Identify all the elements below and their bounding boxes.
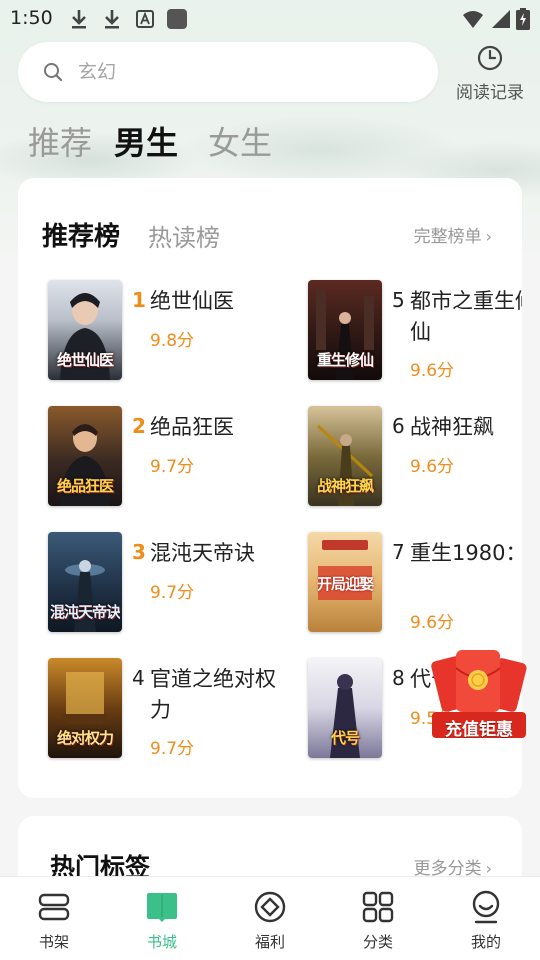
book-cover: 绝对权力 xyxy=(48,658,122,758)
promo-label: 充值钜惠 xyxy=(445,720,513,740)
reading-history-button[interactable]: 阅读记录 xyxy=(450,44,530,103)
book-rank: 5 xyxy=(392,288,405,312)
nav-label: 福利 xyxy=(254,933,285,951)
book-score: 9.8分 xyxy=(150,331,195,351)
tab-female[interactable]: 女生 xyxy=(208,118,272,164)
download-icon xyxy=(72,10,86,29)
cover-title: 开局迎娶 xyxy=(316,575,374,593)
bookshelf-icon xyxy=(38,893,70,921)
cover-title: 绝品狂医 xyxy=(56,477,114,495)
book-title: 绝世仙医 xyxy=(150,289,234,313)
tab-hot-read-rank[interactable]: 热读榜 xyxy=(148,218,220,253)
welfare-icon xyxy=(254,891,286,923)
bottom-navigation: 书架 书城 福利 分类 我的 xyxy=(0,876,540,960)
book-score: 9.7分 xyxy=(150,739,195,759)
app-notification-icon xyxy=(167,9,187,29)
tab-recommend-rank[interactable]: 推荐榜 xyxy=(42,216,120,253)
book-cover: 重生修仙 xyxy=(308,280,382,380)
book-item-6[interactable]: 战神狂飙 6 战神狂飙 9.6分 xyxy=(308,406,522,516)
full-ranking-link[interactable]: 完整榜单 › xyxy=(414,222,492,247)
search-input[interactable] xyxy=(78,56,418,88)
battery-charging-icon xyxy=(516,8,530,30)
signal-icon xyxy=(492,10,510,28)
nav-label: 书架 xyxy=(38,933,69,951)
book-score: 9.6分 xyxy=(410,361,455,381)
book-rank: 4 xyxy=(132,666,145,690)
book-score: 9.7分 xyxy=(150,457,195,477)
book-item-4[interactable]: 绝对权力 4 官道之绝对权力 9.7分 xyxy=(48,658,298,768)
bookstore-icon xyxy=(147,893,177,922)
status-bar: 1:50 xyxy=(0,0,540,36)
search-bar[interactable] xyxy=(18,42,438,102)
cover-title: 混沌天帝诀 xyxy=(50,603,120,621)
nav-bookshelf[interactable]: 书架 xyxy=(0,877,108,960)
book-item-3[interactable]: 混沌天帝诀 3 混沌天帝诀 9.7分 xyxy=(48,532,298,642)
book-item-2[interactable]: 绝品狂医 2 绝品狂医 9.7分 xyxy=(48,406,298,516)
book-cover: 混沌天帝诀 xyxy=(48,532,122,632)
clock-icon xyxy=(477,45,503,71)
book-item-5[interactable]: 重生修仙 5 都市之重生修仙 9.6分 xyxy=(308,280,522,390)
book-title: 绝品狂医 xyxy=(150,415,234,439)
font-a-icon xyxy=(136,10,154,28)
download-icon xyxy=(105,10,119,29)
nav-welfare[interactable]: 福利 xyxy=(216,877,324,960)
book-cover: 代号 xyxy=(308,658,382,758)
nav-category[interactable]: 分类 xyxy=(324,877,432,960)
category-icon xyxy=(362,891,394,923)
book-rank: 6 xyxy=(392,414,405,438)
book-title: 战神狂飙 xyxy=(410,415,494,439)
search-icon xyxy=(44,63,63,82)
book-cover: 开局迎娶 xyxy=(308,532,382,632)
chevron-right-icon: › xyxy=(485,227,492,246)
book-rank: 2 xyxy=(132,414,146,438)
nav-bookstore[interactable]: 书城 xyxy=(108,877,216,960)
book-score: 9.7分 xyxy=(150,583,195,603)
nav-label: 分类 xyxy=(362,933,393,951)
profile-icon xyxy=(472,890,500,924)
book-cover: 绝品狂医 xyxy=(48,406,122,506)
nav-label: 我的 xyxy=(470,933,501,951)
cover-title: 战神狂飙 xyxy=(316,477,374,495)
reading-history-label: 阅读记录 xyxy=(456,83,524,103)
wifi-icon xyxy=(463,11,483,28)
tab-recommend[interactable]: 推荐 xyxy=(28,118,92,164)
cover-title: 绝对权力 xyxy=(56,729,114,747)
book-title: 官道之绝对权力 xyxy=(150,667,276,722)
book-score: 9.6分 xyxy=(410,613,455,633)
nav-profile[interactable]: 我的 xyxy=(432,877,540,960)
book-rank: 7 xyxy=(392,540,405,564)
book-title: 重生1980：开局迎娶姐姐 xyxy=(410,541,522,565)
full-ranking-label: 完整榜单 xyxy=(413,227,482,247)
book-cover: 战神狂飙 xyxy=(308,406,382,506)
nav-label: 书城 xyxy=(146,933,177,951)
book-cover: 绝世仙医 xyxy=(48,280,122,380)
book-item-7[interactable]: 开局迎娶 7 重生1980：开局迎娶姐姐 9.6分 xyxy=(308,532,522,642)
cover-title: 重生修仙 xyxy=(316,351,374,369)
tab-male[interactable]: 男生 xyxy=(114,118,178,164)
book-rank: 8 xyxy=(392,666,405,690)
book-rank: 1 xyxy=(132,288,146,312)
book-title: 混沌天帝诀 xyxy=(150,541,255,565)
status-time: 1:50 xyxy=(10,7,53,29)
cover-title: 绝世仙医 xyxy=(56,351,114,369)
book-title: 都市之重生修仙 xyxy=(410,289,522,344)
book-rank: 3 xyxy=(132,540,146,564)
book-score: 9.6分 xyxy=(410,457,455,477)
book-item-1[interactable]: 绝世仙医 1 绝世仙医 9.8分 xyxy=(48,280,298,390)
cover-title: 代号 xyxy=(330,729,360,747)
recharge-promo-button[interactable]: 充值钜惠 xyxy=(428,646,530,742)
